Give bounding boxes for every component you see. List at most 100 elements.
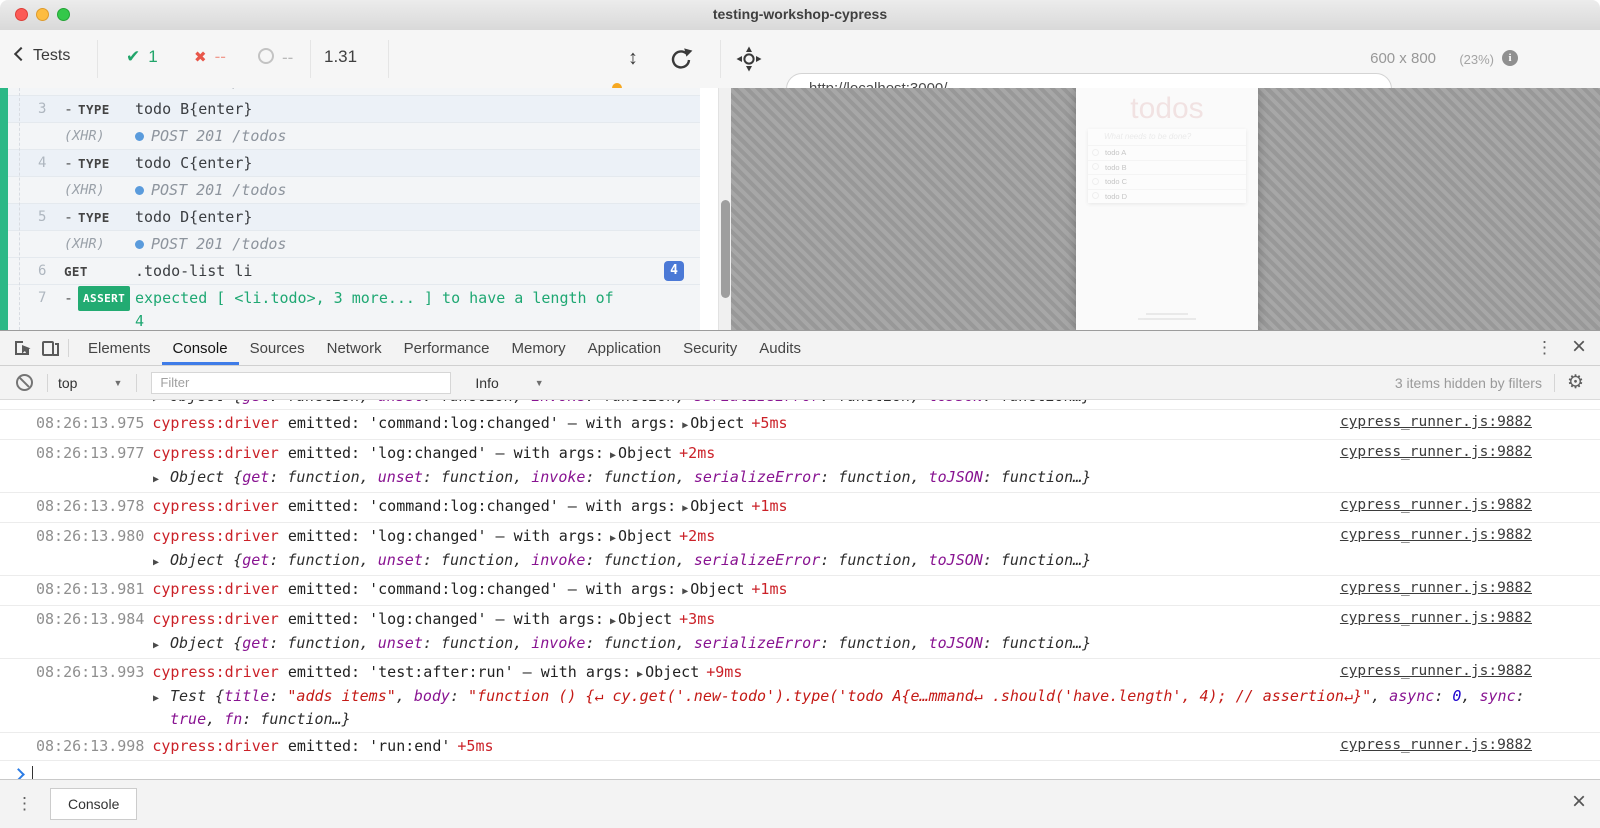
- drawer-console-tab[interactable]: Console: [50, 788, 137, 820]
- time-delta: +5ms: [457, 737, 493, 755]
- expand-icon[interactable]: ▶: [153, 400, 166, 409]
- todo-item[interactable]: todo D: [1088, 189, 1246, 204]
- command-row[interactable]: 6GET.todo-list li4: [8, 258, 700, 285]
- preview-segment: : function,: [585, 551, 693, 569]
- tab-performance[interactable]: Performance: [393, 332, 501, 365]
- expand-icon[interactable]: ▶: [153, 688, 166, 709]
- source-link[interactable]: cypress_runner.js:9882: [1340, 527, 1532, 543]
- source-link[interactable]: cypress_runner.js:9882: [1340, 497, 1532, 513]
- scrollbar-thumb[interactable]: [721, 200, 730, 298]
- source-link[interactable]: cypress_runner.js:9882: [1340, 580, 1532, 596]
- expand-icon[interactable]: ▶: [682, 586, 688, 597]
- execution-context-select[interactable]: top ▼: [58, 375, 122, 391]
- tab-sources[interactable]: Sources: [239, 332, 316, 365]
- tab-application[interactable]: Application: [577, 332, 672, 365]
- dash: -: [64, 289, 73, 307]
- devtools-menu-button[interactable]: ⋮: [1524, 338, 1566, 358]
- command-log-pane: (XHR)POST 201 /todos3-TYPEtodo B{enter}(…: [0, 88, 718, 330]
- command-row[interactable]: 3-TYPEtodo B{enter}: [8, 96, 700, 123]
- expand-icon[interactable]: ▶: [153, 552, 166, 573]
- expand-icon[interactable]: ▶: [153, 469, 166, 490]
- preview-segment: get: [242, 634, 269, 652]
- dash: -: [64, 100, 73, 118]
- command-row[interactable]: 5-TYPEtodo D{enter}: [8, 204, 700, 231]
- preview-segment: toJSON: [929, 468, 983, 486]
- window-title: testing-workshop-cypress: [0, 0, 1600, 29]
- inspect-element-button[interactable]: [12, 338, 32, 358]
- source-link[interactable]: cypress_runner.js:9882: [1340, 444, 1532, 460]
- preview-segment: : function,: [269, 634, 377, 652]
- source-link[interactable]: cypress_runner.js:9882: [1340, 737, 1532, 753]
- todo-item[interactable]: todo B: [1088, 160, 1246, 175]
- device-toolbar-button[interactable]: [40, 338, 60, 358]
- drawer-menu-button[interactable]: ⋮: [0, 794, 34, 814]
- expand-icon[interactable]: ▶: [682, 503, 688, 514]
- preview-segment: get: [242, 551, 269, 569]
- tab-memory[interactable]: Memory: [501, 332, 577, 365]
- command-row[interactable]: 4-TYPEtodo C{enter}: [8, 150, 700, 177]
- time-delta: +2ms: [679, 444, 715, 462]
- debug-namespace: cypress:driver: [152, 580, 278, 598]
- preview-segment: async: [1389, 687, 1434, 705]
- context-label: top: [58, 375, 77, 391]
- back-to-tests-button[interactable]: Tests: [16, 47, 70, 65]
- console-entry: 08:26:13.993cypress:driver emitted: 'tes…: [0, 659, 1600, 733]
- preview-segment: get: [242, 400, 269, 405]
- preview-segment: :: [450, 687, 468, 705]
- selector-playground-button[interactable]: [736, 46, 762, 77]
- expand-icon[interactable]: ▶: [610, 616, 616, 627]
- command-row[interactable]: (XHR)POST 201 /todos: [8, 88, 700, 96]
- expand-icon[interactable]: ▶: [682, 420, 688, 431]
- expand-icon[interactable]: ▶: [637, 669, 643, 680]
- zoom-window-button[interactable]: [57, 8, 70, 21]
- indent-guide: [19, 88, 20, 330]
- command-row[interactable]: (XHR)POST 201 /todos: [8, 177, 700, 204]
- tab-console[interactable]: Console: [162, 332, 239, 365]
- log-level-select[interactable]: Info ▼: [475, 375, 543, 391]
- refresh-button[interactable]: [668, 46, 694, 77]
- command-method: (XHR): [64, 177, 105, 203]
- source-link[interactable]: cypress_runner.js:9882: [1340, 610, 1532, 626]
- preview-segment: : function…}: [983, 551, 1091, 569]
- source-link[interactable]: cypress_runner.js:9882: [1340, 663, 1532, 679]
- preview-segment: : function…}: [242, 710, 350, 728]
- command-row[interactable]: (XHR)POST 201 /todos: [8, 231, 700, 258]
- devtools-close-button[interactable]: ×: [1566, 333, 1600, 363]
- console-filter-input[interactable]: [151, 372, 451, 394]
- preview-segment: invoke: [531, 400, 585, 405]
- expand-icon[interactable]: ▶: [610, 533, 616, 544]
- command-number: 7: [38, 287, 46, 310]
- source-link[interactable]: cypress_runner.js:9882: [1340, 414, 1532, 430]
- info-icon[interactable]: i: [1502, 50, 1518, 66]
- chevron-down-icon: ▼: [535, 378, 544, 388]
- tab-elements[interactable]: Elements: [77, 332, 162, 365]
- timestamp: 08:26:13.977: [36, 444, 144, 462]
- todo-item[interactable]: todo C: [1088, 174, 1246, 189]
- expand-icon[interactable]: ▶: [153, 635, 166, 656]
- console-entry: 08:26:13.980cypress:driver emitted: 'log…: [0, 523, 1600, 576]
- expand-icon[interactable]: ▶: [610, 450, 616, 461]
- close-window-button[interactable]: [15, 8, 28, 21]
- new-todo-input[interactable]: What needs to be done?: [1088, 129, 1246, 145]
- viewport-size: 600 x 800: [1370, 50, 1436, 67]
- command-row[interactable]: 7-ASSERTexpected [ <li.todo>, 3 more... …: [8, 285, 700, 330]
- object-label: Object: [618, 444, 672, 462]
- command-log-scrollbar[interactable]: [718, 88, 731, 330]
- tab-security[interactable]: Security: [672, 332, 748, 365]
- tab-audits[interactable]: Audits: [748, 332, 812, 365]
- inspect-cursor-icon: [12, 338, 32, 358]
- divider: [1554, 374, 1555, 392]
- devtools-tabs: ElementsConsoleSourcesNetworkPerformance…: [77, 332, 812, 365]
- tab-network[interactable]: Network: [316, 332, 393, 365]
- assert-badge: ASSERT: [78, 286, 130, 311]
- drawer-close-button[interactable]: ×: [1572, 788, 1586, 816]
- minimize-window-button[interactable]: [36, 8, 49, 21]
- clear-console-button[interactable]: [16, 374, 33, 391]
- todo-item[interactable]: todo A: [1088, 145, 1246, 160]
- dash: -: [64, 154, 73, 172]
- command-row[interactable]: (XHR)POST 201 /todos: [8, 123, 700, 150]
- gear-icon[interactable]: ⚙: [1567, 371, 1584, 394]
- footer-line: [1146, 313, 1188, 315]
- emitted-label: emitted:: [279, 737, 369, 755]
- preview-segment: get: [242, 468, 269, 486]
